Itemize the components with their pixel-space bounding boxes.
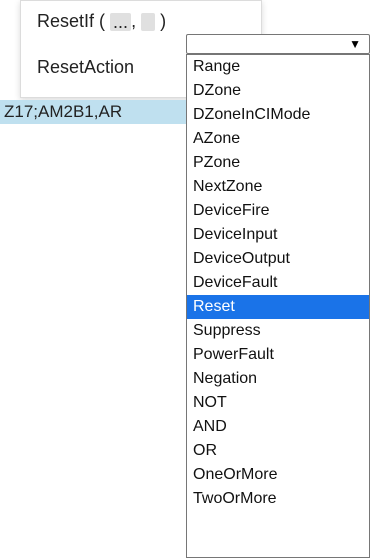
dropdown-option-deviceinput[interactable]: DeviceInput (187, 223, 369, 247)
dropdown-option-twoormore[interactable]: TwoOrMore (187, 487, 369, 511)
dropdown-option-or[interactable]: OR (187, 439, 369, 463)
chevron-down-icon: ▼ (349, 37, 361, 51)
dropdown-option-devicefault[interactable]: DeviceFault (187, 271, 369, 295)
dropdown-option-suppress[interactable]: Suppress (187, 319, 369, 343)
dropdown-option-range[interactable]: Range (187, 55, 369, 79)
dropdown-option-deviceoutput[interactable]: DeviceOutput (187, 247, 369, 271)
dropdown-option-azone[interactable]: AZone (187, 127, 369, 151)
dropdown-option-oneormore[interactable]: OneOrMore (187, 463, 369, 487)
dropdown-option-pzone[interactable]: PZone (187, 151, 369, 175)
menu-item-resetif[interactable]: ResetIf ( ..., ) (37, 11, 166, 32)
condition-select[interactable]: ▼ (186, 34, 370, 54)
dropdown-option-nextzone[interactable]: NextZone (187, 175, 369, 199)
param-slot-1[interactable]: ... (110, 13, 132, 32)
dropdown-option-devicefire[interactable]: DeviceFire (187, 199, 369, 223)
resetif-label: ResetIf ( (37, 11, 106, 31)
comma: , (131, 11, 137, 31)
dropdown-option-dzoneincimode[interactable]: DZoneInCIMode (187, 103, 369, 127)
close-paren: ) (160, 11, 167, 31)
dropdown-option-dzone[interactable]: DZone (187, 79, 369, 103)
dropdown-option-reset[interactable]: Reset (187, 295, 369, 319)
dropdown-options-list: Range DZone DZoneInCIMode AZone PZone NextZon… (186, 54, 370, 558)
selected-text[interactable]: Z17;AM2B1,AR (0, 100, 214, 124)
dropdown-option-powerfault[interactable]: PowerFault (187, 343, 369, 367)
dropdown-option-not[interactable]: NOT (187, 391, 369, 415)
param-slot-2[interactable] (141, 13, 156, 32)
menu-item-resetaction[interactable]: ResetAction (37, 57, 134, 78)
dropdown-option-negation[interactable]: Negation (187, 367, 369, 391)
dropdown-option-and[interactable]: AND (187, 415, 369, 439)
